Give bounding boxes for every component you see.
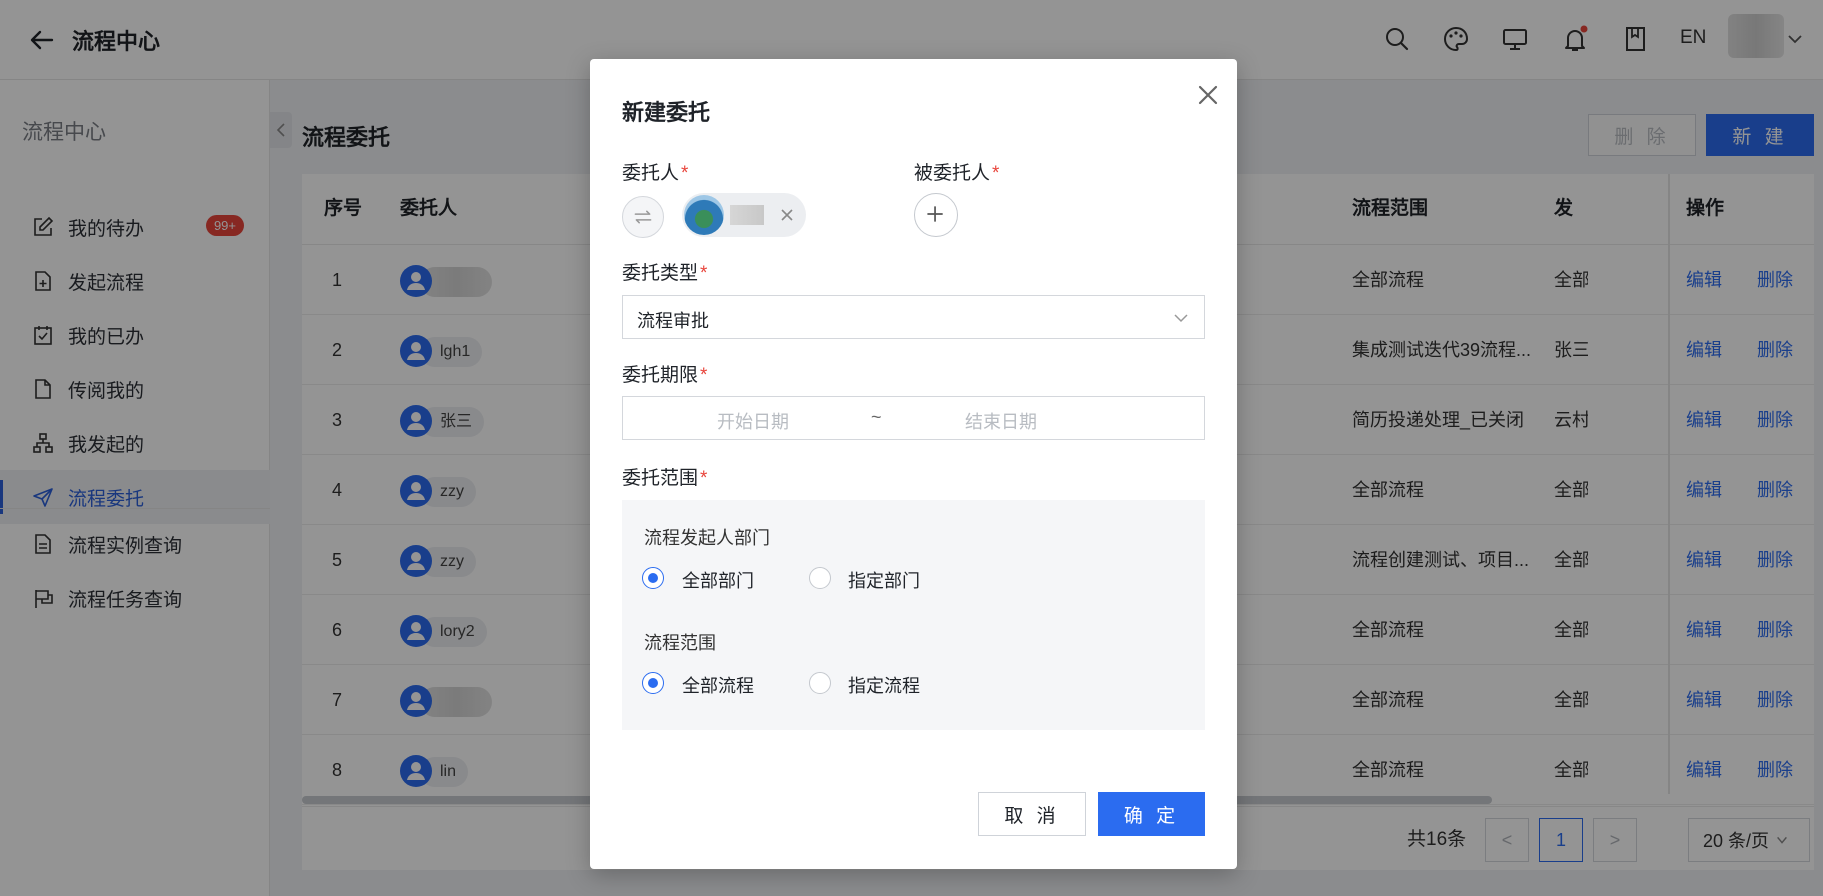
- delegator-label: 委托人 *: [622, 158, 688, 185]
- delegation-type-select[interactable]: 流程审批: [622, 295, 1205, 339]
- delegator-chip: [682, 193, 806, 237]
- type-label-text: 委托类型: [622, 263, 699, 284]
- radio-specific-flows[interactable]: [809, 672, 831, 694]
- delegatee-label-text: 被委托人: [914, 163, 991, 184]
- confirm-button[interactable]: 确 定: [1098, 792, 1205, 836]
- plus-icon: [927, 206, 943, 222]
- radio-all-departments[interactable]: [642, 567, 664, 589]
- dept-group-label: 流程发起人部门: [644, 528, 770, 548]
- dialog-title: 新建委托: [622, 100, 711, 125]
- required-mark: *: [700, 263, 708, 284]
- scope-panel: 流程发起人部门 全部部门 指定部门 流程范围 全部流程 指定流程: [622, 500, 1205, 730]
- radio-label[interactable]: 全部部门: [682, 567, 754, 593]
- radio-all-flows[interactable]: [642, 672, 664, 694]
- type-label: 委托类型 *: [622, 258, 707, 285]
- required-mark: *: [681, 163, 689, 184]
- required-mark: *: [700, 468, 708, 489]
- end-date-input[interactable]: 结束日期: [965, 408, 1037, 434]
- delegator-name: [730, 205, 764, 225]
- radio-label[interactable]: 全部流程: [682, 672, 754, 698]
- required-mark: *: [992, 163, 1000, 184]
- radio-label[interactable]: 指定部门: [848, 567, 920, 593]
- delegator-avatar: [684, 195, 724, 235]
- radio-specific-departments[interactable]: [809, 567, 831, 589]
- swap-icon: [634, 210, 652, 224]
- range-separator: ~: [871, 407, 882, 427]
- scope-label-text: 委托范围: [622, 468, 699, 489]
- close-icon[interactable]: [1194, 81, 1222, 109]
- period-label-text: 委托期限: [622, 365, 699, 386]
- required-mark: *: [700, 365, 708, 386]
- flow-group-label: 流程范围: [644, 633, 716, 653]
- delegation-type-value: 流程审批: [637, 311, 709, 331]
- date-range-picker[interactable]: 开始日期 ~ 结束日期: [622, 396, 1205, 440]
- new-delegation-dialog: 新建委托 委托人 * 被委托人 * 委托类型 * 流程审批 委托期限 * 开始日期 ~ …: [590, 59, 1237, 869]
- start-date-input[interactable]: 开始日期: [717, 408, 789, 434]
- period-label: 委托期限 *: [622, 360, 707, 387]
- chevron-down-icon: [1174, 314, 1188, 323]
- scope-label: 委托范围 *: [622, 463, 707, 490]
- cancel-button[interactable]: 取 消: [978, 792, 1086, 836]
- add-delegatee-button[interactable]: [914, 193, 958, 237]
- delegator-label-text: 委托人: [622, 163, 680, 184]
- radio-label[interactable]: 指定流程: [848, 672, 920, 698]
- swap-delegator-button[interactable]: [622, 196, 664, 238]
- remove-delegator-icon[interactable]: [778, 206, 796, 224]
- delegatee-label: 被委托人 *: [914, 158, 999, 185]
